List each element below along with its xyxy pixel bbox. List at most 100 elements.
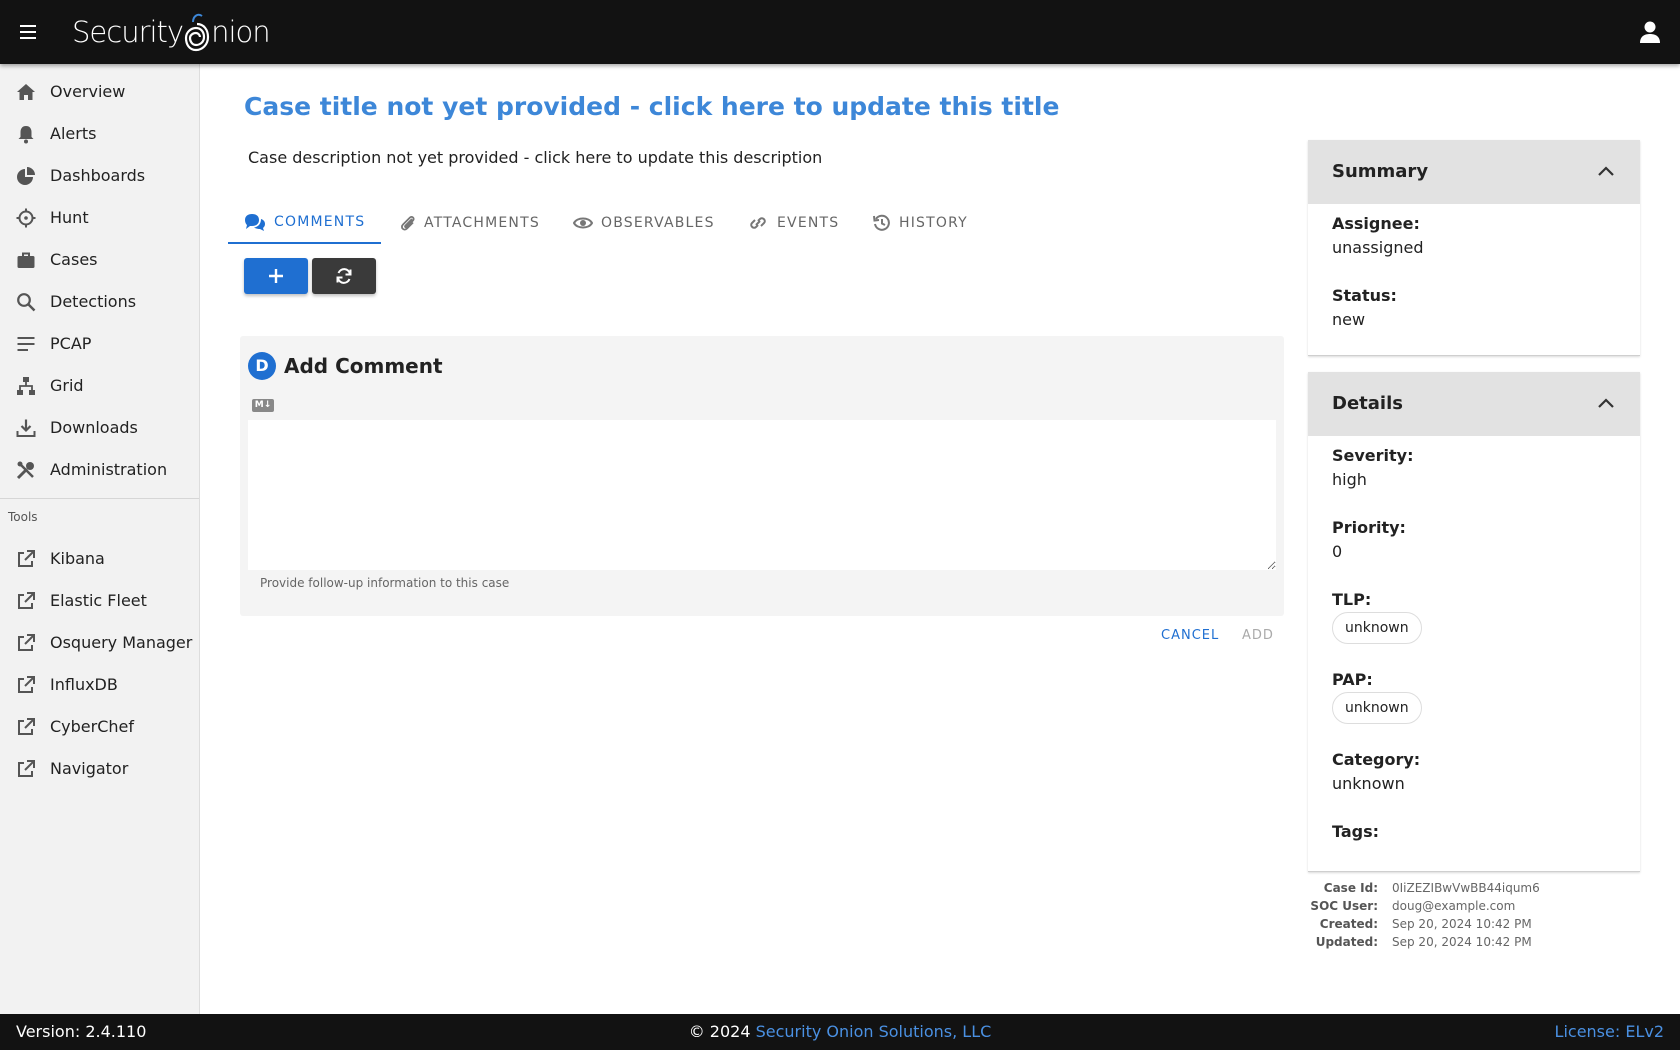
soc-user-value: doug@example.com bbox=[1392, 899, 1516, 913]
tools-icon bbox=[16, 461, 34, 480]
add-comment-title: Add Comment bbox=[284, 354, 443, 378]
sidebar-item-label: Hunt bbox=[50, 208, 89, 227]
sidebar-item-grid[interactable]: Grid bbox=[0, 366, 199, 406]
details-panel-header[interactable]: Details bbox=[1308, 372, 1640, 436]
details-panel: Details Severity: high Priority: 0 TLP: … bbox=[1308, 372, 1640, 872]
sidebar-item-kibana[interactable]: Kibana bbox=[0, 539, 199, 579]
sidebar-item-label: Navigator bbox=[50, 759, 129, 778]
add-comment-card: D Add Comment M↓ Provide follow-up infor… bbox=[240, 336, 1284, 616]
sidebar-item-navigator[interactable]: Navigator bbox=[0, 749, 199, 789]
chart-pie-icon bbox=[17, 167, 35, 185]
summary-panel: Summary Assignee: unassigned Status: new bbox=[1308, 140, 1640, 356]
severity-label: Severity: bbox=[1332, 446, 1414, 465]
company-link[interactable]: Security Onion Solutions, LLC bbox=[756, 1022, 992, 1041]
updated-label: Updated: bbox=[1315, 935, 1378, 949]
sidebar-item-label: CyberChef bbox=[50, 717, 135, 736]
case-title[interactable]: Case title not yet provided - click here… bbox=[244, 92, 1059, 121]
tools-section-label: Tools bbox=[8, 510, 38, 524]
sidebar-item-alerts[interactable]: Alerts bbox=[0, 114, 199, 154]
search-icon bbox=[17, 293, 36, 312]
summary-title: Summary bbox=[1332, 161, 1429, 182]
sidebar-item-influxdb[interactable]: InfluxDB bbox=[0, 665, 199, 705]
logo-text-onion: nion bbox=[211, 15, 271, 49]
tab-label: HISTORY bbox=[899, 215, 968, 231]
sidebar-item-label: Alerts bbox=[50, 124, 97, 143]
eye-icon bbox=[573, 217, 593, 229]
home-icon bbox=[17, 84, 35, 100]
external-link-icon bbox=[18, 550, 35, 567]
footer: Version: 2.4.110 © 2024 Security Onion S… bbox=[0, 1014, 1680, 1050]
tab-label: ATTACHMENTS bbox=[424, 215, 540, 231]
refresh-icon bbox=[336, 268, 352, 284]
case-id-value: 0IiZEZIBwVwBB44iqum6 bbox=[1392, 881, 1540, 895]
tab-label: EVENTS bbox=[777, 215, 840, 231]
case-metadata: Case Id: 0IiZEZIBwVwBB44iqum6 SOC User: … bbox=[1308, 881, 1648, 961]
soc-user-label: SOC User: bbox=[1310, 899, 1378, 913]
chevron-up-icon[interactable] bbox=[1596, 162, 1616, 182]
assignee-value: unassigned bbox=[1332, 238, 1424, 257]
add-button[interactable]: ADD bbox=[1242, 628, 1274, 643]
status-value: new bbox=[1332, 310, 1366, 329]
plus-icon bbox=[269, 269, 283, 283]
network-icon bbox=[17, 377, 35, 395]
category-label: Category: bbox=[1332, 750, 1421, 769]
tab-observables[interactable]: OBSERVABLES bbox=[573, 202, 715, 244]
comments-icon bbox=[245, 214, 265, 231]
pap-chip: unknown bbox=[1332, 692, 1422, 724]
external-link-icon bbox=[18, 676, 35, 693]
pap-label: PAP: bbox=[1332, 670, 1373, 689]
sidebar: Overview Alerts Dashboards Hunt Cases De… bbox=[0, 64, 200, 1014]
tags-label: Tags: bbox=[1332, 822, 1380, 841]
sidebar-item-hunt[interactable]: Hunt bbox=[0, 198, 199, 238]
sidebar-item-cases[interactable]: Cases bbox=[0, 240, 199, 280]
security-onion-logo[interactable]: Security nion bbox=[72, 10, 271, 54]
comment-textarea[interactable] bbox=[248, 420, 1276, 570]
sidebar-item-label: Grid bbox=[50, 376, 84, 395]
sidebar-item-label: Kibana bbox=[50, 549, 105, 568]
sidebar-item-label: Downloads bbox=[50, 418, 138, 437]
cancel-button[interactable]: CANCEL bbox=[1161, 628, 1219, 643]
license-link[interactable]: License: ELv2 bbox=[1555, 1014, 1664, 1050]
summary-panel-header[interactable]: Summary bbox=[1308, 140, 1640, 204]
severity-value: high bbox=[1332, 470, 1367, 489]
sidebar-item-elastic-fleet[interactable]: Elastic Fleet bbox=[0, 581, 199, 621]
hamburger-menu-icon[interactable] bbox=[10, 12, 46, 52]
sidebar-item-administration[interactable]: Administration bbox=[0, 450, 199, 490]
sidebar-item-pcap[interactable]: PCAP bbox=[0, 324, 199, 364]
sidebar-item-label: Osquery Manager bbox=[50, 633, 193, 652]
tab-attachments[interactable]: ATTACHMENTS bbox=[400, 202, 540, 244]
sidebar-item-downloads[interactable]: Downloads bbox=[0, 408, 199, 448]
sidebar-item-overview[interactable]: Overview bbox=[0, 72, 199, 112]
sidebar-item-label: Overview bbox=[50, 82, 126, 101]
sidebar-item-detections[interactable]: Detections bbox=[0, 282, 199, 322]
history-icon bbox=[873, 214, 890, 231]
tlp-chip: unknown bbox=[1332, 612, 1422, 644]
tab-comments[interactable]: COMMENTS bbox=[228, 202, 382, 244]
tab-history[interactable]: HISTORY bbox=[873, 202, 968, 244]
user-account-icon[interactable] bbox=[1636, 18, 1664, 46]
sidebar-item-cyberchef[interactable]: CyberChef bbox=[0, 707, 199, 747]
tab-label: COMMENTS bbox=[274, 214, 366, 230]
chevron-up-icon[interactable] bbox=[1596, 394, 1616, 414]
markdown-icon: M↓ bbox=[252, 399, 274, 412]
sidebar-item-osquery-manager[interactable]: Osquery Manager bbox=[0, 623, 199, 663]
priority-label: Priority: bbox=[1332, 518, 1406, 537]
bell-icon bbox=[18, 126, 34, 144]
onion-logo-icon bbox=[184, 10, 210, 54]
priority-value: 0 bbox=[1332, 542, 1343, 561]
sidebar-item-label: Elastic Fleet bbox=[50, 591, 147, 610]
sidebar-item-dashboards[interactable]: Dashboards bbox=[0, 156, 199, 196]
sidebar-item-label: Detections bbox=[50, 292, 137, 311]
list-icon bbox=[17, 337, 35, 351]
sidebar-item-label: Administration bbox=[50, 460, 168, 479]
add-comment-button[interactable] bbox=[244, 258, 308, 294]
case-description[interactable]: Case description not yet provided - clic… bbox=[248, 148, 822, 167]
crosshairs-icon bbox=[16, 208, 36, 228]
refresh-button[interactable] bbox=[312, 258, 376, 294]
paperclip-icon bbox=[401, 215, 415, 231]
avatar: D bbox=[248, 352, 276, 380]
tab-events[interactable]: EVENTS bbox=[747, 202, 839, 244]
logo-text-security: Security bbox=[72, 15, 184, 49]
tab-label: OBSERVABLES bbox=[601, 215, 715, 231]
external-link-icon bbox=[18, 760, 35, 777]
